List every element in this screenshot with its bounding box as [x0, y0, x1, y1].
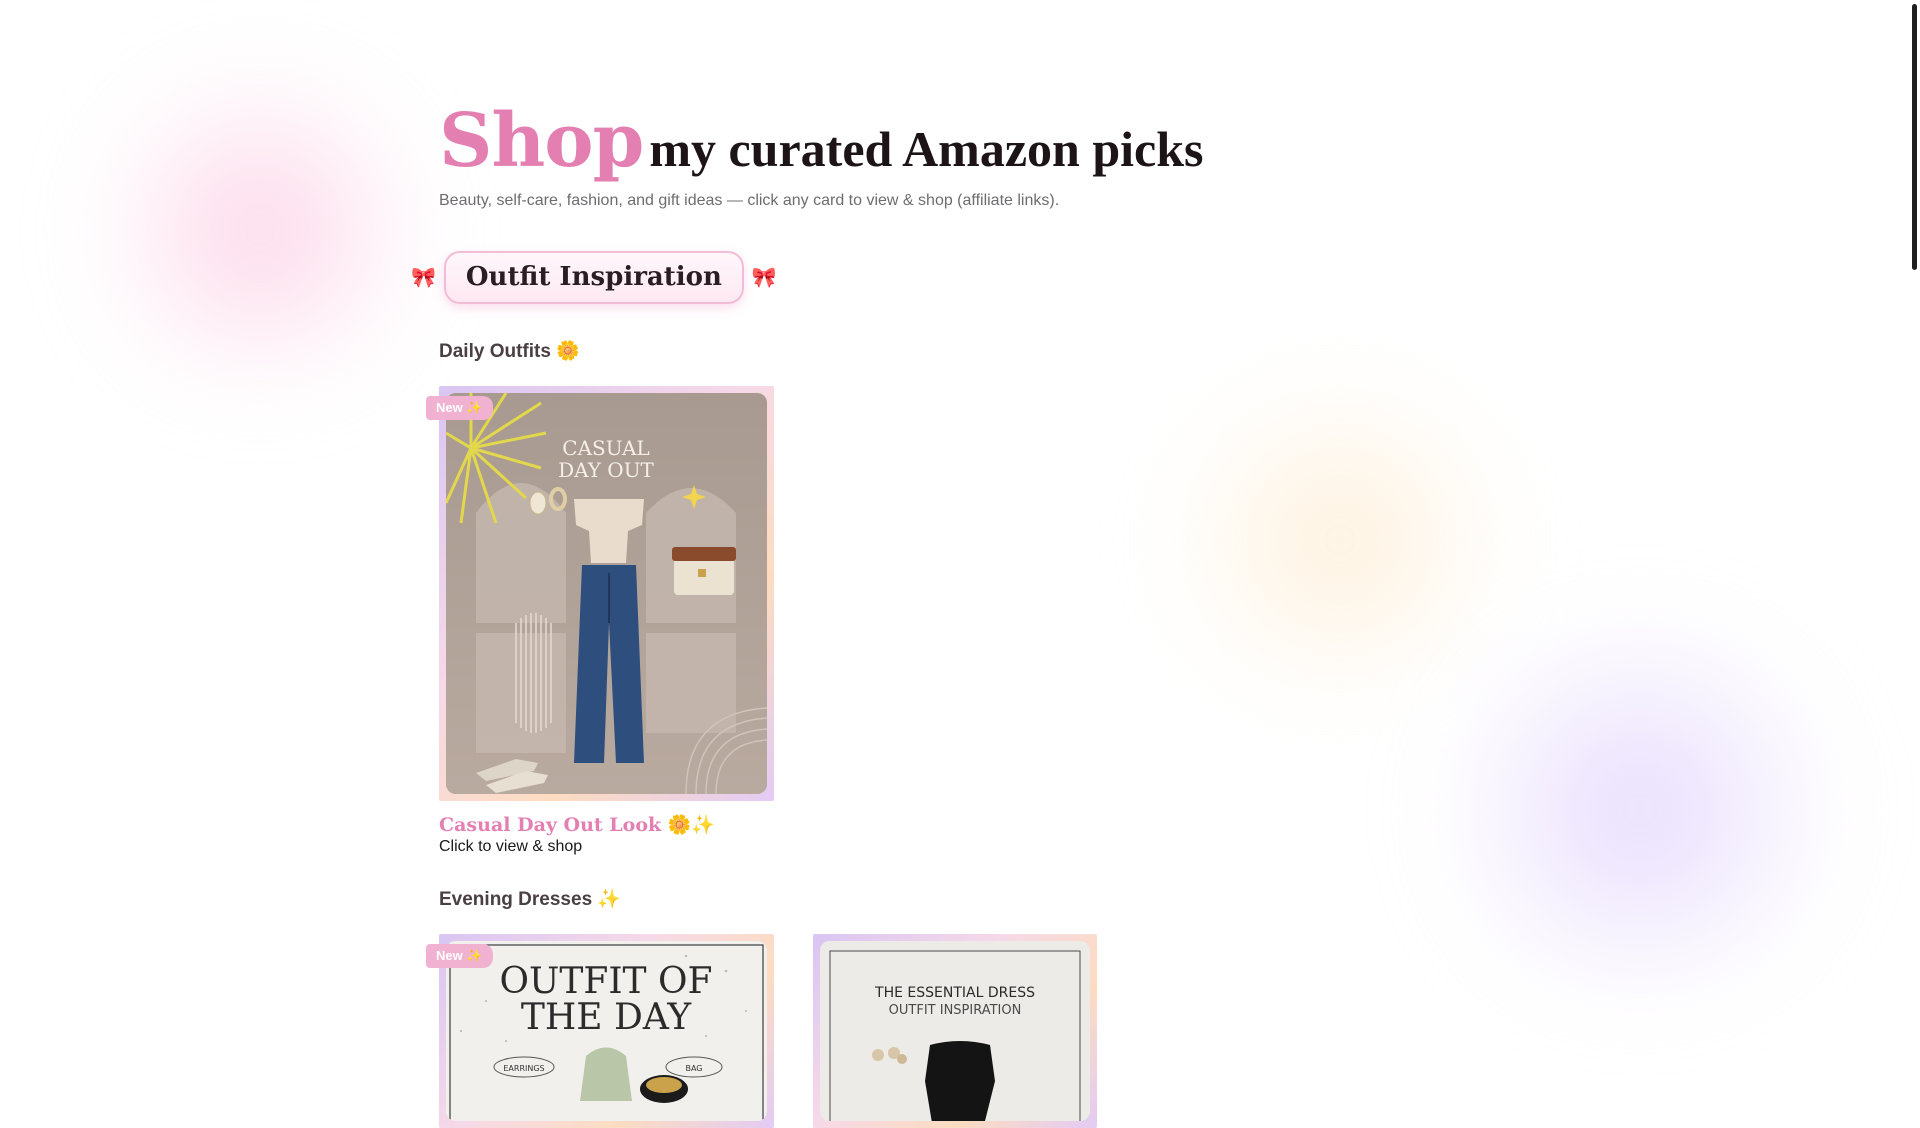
new-badge: New ✨	[426, 944, 493, 968]
ootd-tag-right: BAG	[685, 1064, 702, 1073]
bow-icon-right: 🎀	[751, 266, 777, 289]
casual-image-text-1: CASUAL	[562, 436, 649, 460]
background-glow-lavender	[1420, 620, 1860, 1000]
section-header: 🎀 Outfit Inspiration 🎀	[411, 251, 777, 304]
background-glow-peach	[1150, 390, 1530, 690]
new-badge: New ✨	[426, 396, 493, 420]
essential-text-2: OUTFIT INSPIRATION	[889, 1003, 1022, 1018]
bow-icon-left: 🎀	[411, 266, 436, 289]
page-subtitle: Beauty, self-care, fashion, and gift ide…	[439, 192, 1060, 209]
scrollbar[interactable]	[1906, 0, 1920, 1080]
casual-day-out-card[interactable]: CASUAL DAY OUT New ✨	[426, 386, 774, 801]
page-title: Shop my curated Amazon picks	[439, 98, 1204, 184]
outfit-of-the-day-card[interactable]: OUTFIT OF THE DAY EARRINGS BAG New ✨	[426, 934, 774, 1128]
background-glow-pink	[80, 70, 440, 390]
title-shop-word: Shop	[439, 98, 644, 184]
daily-outfits-heading: Daily Outfits 🌼	[439, 341, 580, 362]
ootd-tag-left: EARRINGS	[503, 1064, 544, 1073]
ootd-text-1: OUTFIT OF	[499, 961, 712, 1002]
outfit-of-the-day-image[interactable]: OUTFIT OF THE DAY EARRINGS BAG	[446, 941, 767, 1121]
essential-dress-image[interactable]: THE ESSENTIAL DRESS OUTFIT INSPIRATION	[820, 941, 1090, 1121]
essential-text-1: THE ESSENTIAL DRESS	[874, 985, 1035, 1001]
evening-dresses-heading: Evening Dresses ✨	[439, 889, 622, 910]
casual-image-text-2: DAY OUT	[558, 458, 654, 482]
scrollbar-thumb[interactable]	[1912, 4, 1917, 270]
title-rest: my curated Amazon picks	[649, 121, 1204, 177]
section-title: Outfit Inspiration	[465, 262, 722, 292]
essential-dress-card[interactable]: THE ESSENTIAL DRESS OUTFIT INSPIRATION	[813, 934, 1097, 1128]
casual-day-out-image[interactable]: CASUAL DAY OUT	[446, 393, 767, 794]
casual-day-out-title[interactable]: Casual Day Out Look 🌼✨	[439, 813, 715, 836]
ootd-text-2: THE DAY	[521, 997, 693, 1038]
casual-day-out-cta[interactable]: Click to view & shop	[439, 838, 582, 856]
section-title-pill: Outfit Inspiration	[443, 251, 744, 304]
